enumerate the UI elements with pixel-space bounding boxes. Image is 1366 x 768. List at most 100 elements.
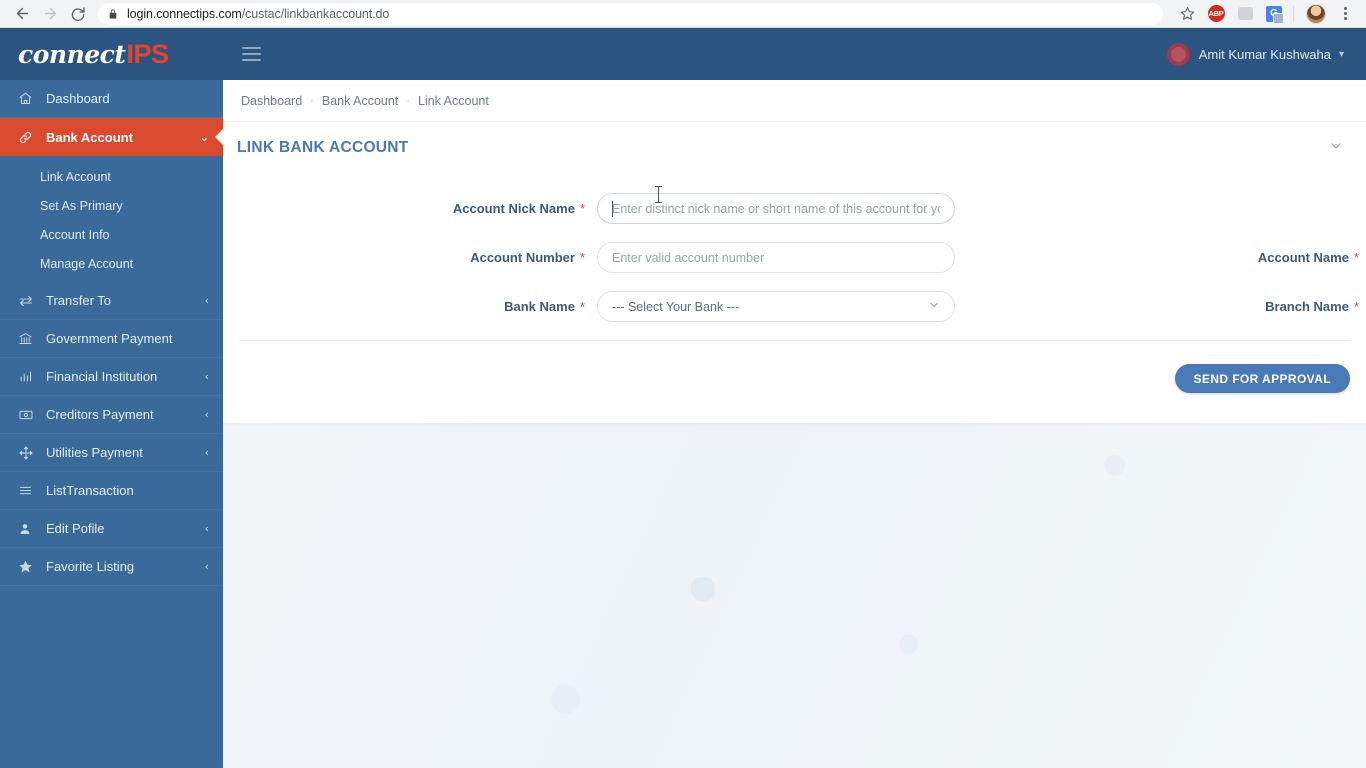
browser-toolbar: login.connectips.com/custac/linkbankacco…	[0, 0, 1366, 28]
sidebar-item-label: Financial Institution	[46, 369, 158, 384]
form-row-nickname: Account Nick Name * Enter distinct nick n…	[223, 186, 1366, 224]
star-icon[interactable]	[1174, 1, 1200, 27]
url-path: /custac/linkbankaccount.do	[241, 6, 390, 21]
extension-icon[interactable]	[1232, 1, 1258, 27]
sidebar-item-label: Bank Account	[46, 129, 133, 145]
home-icon	[18, 91, 40, 106]
sidebar-item-label: Government Payment	[46, 331, 173, 346]
url-host: login.connectips.com	[127, 6, 242, 21]
required-marker: *	[579, 299, 585, 314]
hamburger-icon[interactable]	[242, 47, 261, 61]
sidebar-item-utilities-payment[interactable]: Utilities Payment ‹	[0, 434, 223, 472]
bank-building-icon	[18, 331, 40, 346]
sidebar-item-bank-account[interactable]: Bank Account ⌄	[0, 118, 223, 156]
sidebar-submenu-bank-account: Link Account Set As Primary Account Info…	[0, 156, 223, 282]
header-user-menu[interactable]: Amit Kumar Kushwaha ▾	[1166, 42, 1366, 66]
input-placeholder: Enter distinct nick name or short name o…	[612, 201, 940, 216]
sidebar-subitem-set-as-primary[interactable]: Set As Primary	[0, 191, 223, 220]
sidebar-item-label: Dashboard	[46, 91, 110, 106]
forward-arrow-icon[interactable]	[36, 0, 64, 28]
send-for-approval-button[interactable]: SEND FOR APPROVAL	[1174, 364, 1350, 393]
extension-glyph	[1237, 7, 1253, 20]
breadcrumb-separator: ·	[406, 94, 410, 107]
breadcrumb-separator: ·	[310, 94, 314, 107]
sidebar-item-favorite-listing[interactable]: Favorite Listing ‹	[0, 548, 223, 586]
field-account-number: Account Number * Enter valid account numb…	[223, 242, 969, 273]
breadcrumb: Dashboard · Bank Account · Link Account	[223, 80, 1366, 121]
brand-connect-text: connect	[18, 39, 126, 69]
sidebar-item-dashboard[interactable]: Dashboard	[0, 80, 223, 118]
card-header: LINK BANK ACCOUNT	[223, 122, 1366, 173]
kebab-menu-icon[interactable]	[1332, 1, 1358, 27]
address-bar[interactable]: login.connectips.com/custac/linkbankacco…	[98, 2, 1163, 25]
field-label: Bank Name *	[504, 299, 585, 314]
nick-name-input[interactable]: Enter distinct nick name or short name o…	[597, 186, 955, 224]
list-icon	[18, 483, 40, 498]
sidebar-navigation: Dashboard Bank Account ⌄ Link Account Se…	[0, 80, 223, 768]
brand-logo[interactable]: connect IPS	[0, 28, 223, 80]
account-number-input[interactable]: Enter valid account number	[597, 242, 955, 273]
sidebar-item-edit-profile[interactable]: Edit Pofile ‹	[0, 510, 223, 548]
google-translate-extension-icon[interactable]: G	[1261, 1, 1287, 27]
form-row-account: Account Number * Enter valid account numb…	[223, 242, 1366, 273]
chevron-left-icon: ‹	[204, 560, 209, 573]
user-name-label: Amit Kumar Kushwaha	[1198, 46, 1331, 62]
required-marker: *	[1353, 299, 1359, 314]
chevron-left-icon: ‹	[204, 370, 209, 383]
input-placeholder: Enter valid account number	[612, 250, 765, 265]
text-cursor	[612, 201, 613, 217]
sidebar-item-transfer-to[interactable]: Transfer To ‹	[0, 282, 223, 320]
bank-name-select[interactable]: --- Select Your Bank ---	[597, 291, 955, 322]
chevron-down-icon: ⌄	[199, 130, 209, 144]
required-marker: *	[579, 201, 585, 216]
breadcrumb-item-dashboard[interactable]: Dashboard	[241, 94, 302, 108]
chevron-down-icon: ▾	[1338, 48, 1344, 60]
adblock-plus-extension-icon[interactable]: ABP	[1203, 1, 1229, 27]
field-label: Account Nick Name *	[452, 201, 585, 216]
breadcrumb-item-link-account[interactable]: Link Account	[418, 94, 489, 108]
breadcrumb-item-bank-account[interactable]: Bank Account	[322, 94, 398, 108]
sidebar-item-label: Transfer To	[46, 293, 112, 308]
field-label: Branch Name *	[1265, 299, 1359, 314]
chevron-left-icon: ‹	[204, 446, 209, 459]
sidebar-subitem-manage-account[interactable]: Manage Account	[0, 249, 223, 278]
card-footer: SEND FOR APPROVAL	[223, 341, 1366, 416]
sidebar-item-label: ListTransaction	[46, 483, 134, 498]
sidebar-item-creditors-payment[interactable]: Creditors Payment ‹	[0, 396, 223, 434]
browser-actions: ABP G	[1171, 1, 1358, 27]
sidebar-item-financial-institution[interactable]: Financial Institution ‹	[0, 358, 223, 396]
user-avatar-icon	[1166, 42, 1190, 66]
translate-glyph: G	[1266, 5, 1284, 24]
banknote-icon	[18, 407, 40, 423]
sidebar-item-label: Creditors Payment	[46, 407, 154, 422]
move-cross-icon	[18, 445, 40, 461]
chevron-down-icon[interactable]	[1328, 138, 1344, 158]
sidebar-item-label: Favorite Listing	[46, 559, 135, 574]
page-title: LINK BANK ACCOUNT	[237, 138, 409, 156]
main-content: Dashboard · Bank Account · Link Account …	[223, 80, 1366, 768]
back-arrow-icon[interactable]	[8, 0, 36, 28]
sidebar-subitem-link-account[interactable]: Link Account	[0, 162, 223, 191]
required-marker: *	[579, 250, 585, 265]
profile-avatar-icon[interactable]	[1303, 1, 1329, 27]
abp-badge: ABP	[1207, 5, 1225, 22]
sidebar-item-label: Edit Pofile	[46, 521, 105, 536]
sidebar-item-listtransaction[interactable]: ListTransaction	[0, 472, 223, 510]
kebab-dots	[1343, 7, 1347, 20]
user-icon	[18, 522, 40, 536]
reload-icon[interactable]	[64, 0, 92, 28]
lock-icon	[108, 8, 118, 20]
link-bank-account-card: LINK BANK ACCOUNT Account Nick Name * Ent…	[223, 121, 1366, 423]
form-col-empty	[969, 193, 1366, 224]
required-marker: *	[1353, 250, 1359, 265]
chevron-down-icon	[928, 299, 940, 314]
field-account-name: Account Name* Enter valid account name	[969, 242, 1366, 273]
avatar	[1306, 3, 1326, 24]
field-label: Account Number *	[470, 250, 585, 265]
card-body: Account Nick Name * Enter distinct nick n…	[223, 173, 1366, 322]
sidebar-subitem-account-info[interactable]: Account Info	[0, 220, 223, 249]
toolbar-divider	[1293, 5, 1294, 22]
chevron-left-icon: ‹	[204, 294, 209, 307]
sidebar-item-government-payment[interactable]: Government Payment	[0, 320, 223, 358]
form-row-bank: Bank Name * --- Select Your Bank --- Bran…	[223, 291, 1366, 322]
